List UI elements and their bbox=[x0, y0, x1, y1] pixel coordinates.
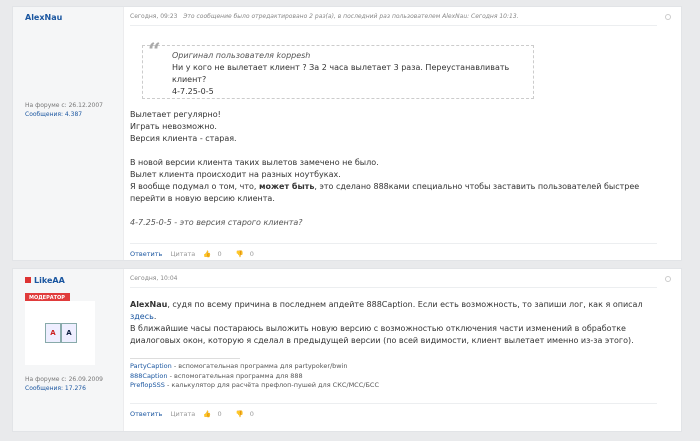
post-count-link[interactable]: Сообщения: 4.387 bbox=[25, 110, 103, 119]
thumbs-up-icon: 👍 bbox=[203, 410, 212, 418]
signature-link[interactable]: 888Caption bbox=[130, 372, 168, 380]
member-since: На форуме с: 26.09.2009 bbox=[25, 376, 103, 383]
user-sidebar: LikeAA МОДЕРАТОР A A На форуме с: 26.09.… bbox=[13, 269, 124, 431]
user-sidebar: AlexNau На форуме с: 26.12.2007 Сообщени… bbox=[13, 7, 124, 260]
quote-button[interactable]: Цитата bbox=[170, 410, 195, 418]
quote-header: Оригинал пользователя koppesh bbox=[172, 51, 311, 60]
signature: PartyCaption - вспомогательная программа… bbox=[130, 362, 661, 391]
post-header: Сегодня, 10:04 bbox=[130, 269, 671, 288]
body-line: В ближайшие часы постараюсь выложить нов… bbox=[130, 324, 626, 333]
thumbs-down-icon: 👎 bbox=[235, 250, 244, 258]
username-link[interactable]: LikeAA bbox=[25, 276, 65, 285]
reply-button[interactable]: Ответить bbox=[130, 410, 162, 418]
body-line: AlexNau, судя по всему причина в последн… bbox=[130, 300, 643, 309]
quote-icon: “ bbox=[148, 39, 161, 65]
post-timestamp: Сегодня, 10:04 bbox=[130, 275, 178, 282]
here-link[interactable]: здесь bbox=[130, 312, 154, 321]
post-footer: Ответить Цитата 👍 0 👎 0 bbox=[130, 403, 657, 420]
post-body: Вылетает регулярно! Играть невозможно. В… bbox=[130, 109, 661, 229]
body-line: Я вообще подумал о том, что, может быть,… bbox=[130, 182, 640, 191]
signature-divider bbox=[130, 358, 240, 359]
post-count-link[interactable]: Сообщения: 17.276 bbox=[25, 384, 103, 393]
like-button[interactable]: 👍 0 bbox=[203, 250, 227, 258]
signature-link[interactable]: PartyCaption bbox=[130, 362, 172, 370]
member-since: На форуме с: 26.12.2007 bbox=[25, 102, 103, 109]
avatar[interactable]: A A bbox=[25, 301, 95, 365]
card-icon: A bbox=[45, 323, 61, 343]
thumbs-down-icon: 👎 bbox=[235, 410, 244, 418]
bold-text: может быть bbox=[259, 182, 315, 191]
body-line: Играть невозможно. bbox=[130, 122, 217, 131]
dislike-button[interactable]: 👎 0 bbox=[236, 410, 260, 418]
reply-button[interactable]: Ответить bbox=[130, 250, 162, 258]
username-link[interactable]: AlexNau bbox=[25, 13, 62, 22]
post-link-icon[interactable] bbox=[665, 276, 671, 282]
body-line: В новой версии клиента таких вылетов зам… bbox=[130, 158, 379, 167]
post-likeaa: LikeAA МОДЕРАТОР A A На форуме с: 26.09.… bbox=[12, 268, 682, 432]
quote-block: “ Оригинал пользователя koppesh Ни у ког… bbox=[142, 39, 534, 99]
quote-line: 4-7.25-0-5 bbox=[172, 87, 214, 96]
quote-line: Ни у кого не вылетает клиент ? За 2 часа… bbox=[172, 63, 510, 84]
post-link-icon[interactable] bbox=[665, 14, 671, 20]
mention-username[interactable]: AlexNau bbox=[130, 300, 167, 309]
post-footer: Ответить Цитата 👍 0 👎 0 bbox=[130, 243, 657, 260]
body-line: здесь. bbox=[130, 312, 157, 321]
like-button[interactable]: 👍 0 bbox=[203, 410, 227, 418]
body-line: диалоговых окон, которую я сделал в пред… bbox=[130, 336, 634, 345]
edit-note: Это сообщение было отредактировано 2 раз… bbox=[183, 13, 519, 20]
quote-button[interactable]: Цитата bbox=[170, 250, 195, 258]
body-line: Вылетает регулярно! bbox=[130, 110, 221, 119]
signature-line: PreflopSSS - калькулятор для расчёта пре… bbox=[130, 381, 379, 389]
post-body: AlexNau, судя по всему причина в последн… bbox=[130, 299, 661, 347]
user-meta: На форуме с: 26.12.2007 Сообщения: 4.387 bbox=[25, 101, 103, 119]
body-line: Версия клиента - старая. bbox=[130, 134, 237, 143]
signature-line: 888Caption - вспомогательная программа д… bbox=[130, 371, 303, 380]
body-line: Вылет клиента происходит на разных ноутб… bbox=[130, 170, 341, 179]
thumbs-up-icon: 👍 bbox=[203, 250, 212, 258]
post-alexnau: AlexNau На форуме с: 26.12.2007 Сообщени… bbox=[12, 6, 682, 261]
body-line: перейти в новую версию клиента. bbox=[130, 194, 275, 203]
italic-note: 4-7.25-0-5 - это версия старого клиента? bbox=[130, 218, 303, 227]
user-meta: На форуме с: 26.09.2009 Сообщения: 17.27… bbox=[25, 375, 103, 393]
signature-line: PartyCaption - вспомогательная программа… bbox=[130, 362, 348, 370]
post-timestamp: Сегодня, 09:23 bbox=[130, 13, 178, 20]
dislike-button[interactable]: 👎 0 bbox=[236, 250, 260, 258]
card-icon: A bbox=[61, 323, 77, 343]
online-indicator-icon bbox=[25, 277, 31, 283]
post-header: Сегодня, 09:23 Это сообщение было отреда… bbox=[130, 7, 671, 26]
signature-link[interactable]: PreflopSSS bbox=[130, 381, 165, 389]
